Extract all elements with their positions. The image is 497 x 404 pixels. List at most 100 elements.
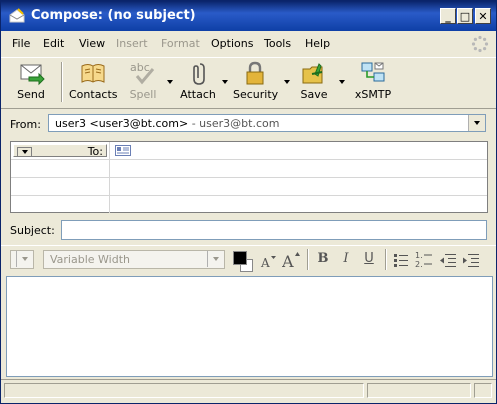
menu-help[interactable]: Help	[305, 37, 330, 50]
outdent-icon[interactable]	[439, 252, 457, 268]
status-bar	[1, 379, 496, 402]
security-dropdown-arrow-icon[interactable]	[284, 80, 290, 84]
status-progress-panel	[367, 383, 471, 398]
svg-text:abc: abc	[130, 61, 150, 74]
attach-label: Attach	[180, 88, 216, 101]
maximize-icon: □	[459, 9, 471, 23]
minimize-icon: _	[445, 9, 451, 23]
larger-font-icon[interactable]: A	[282, 250, 302, 269]
save-folder-icon	[302, 63, 323, 84]
format-separator	[385, 249, 387, 270]
text-color-picker[interactable]	[233, 251, 253, 272]
padlock-icon	[246, 61, 264, 85]
underline-button[interactable]: U	[362, 251, 376, 269]
recipient-type-cell	[11, 196, 110, 213]
chevron-down-icon	[213, 257, 219, 261]
spell-label: Spell	[129, 88, 157, 101]
numbered-list-icon[interactable]: 1. 2.	[415, 250, 433, 269]
indent-icon[interactable]	[462, 252, 480, 268]
font-select[interactable]: Variable Width	[43, 250, 225, 269]
bullet-list-icon[interactable]	[393, 252, 409, 268]
menu-format[interactable]: Format	[161, 37, 200, 50]
contacts-label: Contacts	[69, 88, 118, 101]
subject-label: Subject:	[10, 224, 55, 237]
window-title: Compose: (no subject)	[31, 8, 196, 23]
svg-text:2.: 2.	[415, 260, 423, 269]
save-label: Save	[300, 88, 328, 101]
recipient-type-dropdown-icon	[17, 147, 32, 157]
format-toolbar: Variable Width A A B I U 1. 2.	[1, 245, 496, 274]
chevron-down-icon	[22, 257, 28, 261]
spell-check-icon: abc	[130, 61, 155, 85]
smaller-font-icon[interactable]: A	[260, 253, 278, 269]
status-text-panel	[4, 383, 364, 398]
paragraph-style-dropdown-button[interactable]	[16, 251, 33, 267]
address-card-icon	[115, 145, 131, 156]
recipient-type-cell	[11, 160, 110, 177]
menu-edit[interactable]: Edit	[43, 37, 64, 50]
contacts-book-icon	[81, 64, 105, 83]
title-bar[interactable]: Compose: (no subject) _ □ ✕	[1, 1, 496, 31]
compose-toolbar: Send Contacts abc Spell Attach Security …	[1, 57, 496, 109]
subject-input[interactable]	[61, 220, 487, 240]
send-icon	[20, 64, 45, 86]
subject-row: Subject:	[1, 217, 496, 243]
recipient-type-select[interactable]: To:	[13, 144, 107, 158]
recipient-type-cell: To:	[11, 142, 110, 159]
paperclip-icon	[193, 63, 205, 85]
recipient-row[interactable]	[11, 160, 487, 178]
security-button[interactable]: Security	[233, 60, 279, 104]
svg-text:1.: 1.	[415, 251, 423, 260]
foreground-color-swatch	[233, 251, 247, 265]
xsmtp-button[interactable]: xSMTP	[353, 60, 393, 104]
recipient-type-label: To:	[87, 145, 103, 158]
italic-button[interactable]: I	[339, 251, 353, 269]
menu-insert[interactable]: Insert	[116, 37, 148, 50]
font-value: Variable Width	[50, 253, 130, 266]
toolbar-separator	[61, 62, 63, 102]
send-label: Send	[17, 88, 45, 101]
save-dropdown-arrow-icon[interactable]	[339, 80, 345, 84]
from-dropdown-button[interactable]	[468, 115, 485, 131]
chevron-down-icon	[21, 150, 28, 154]
menu-bar: File Edit View Insert Format Options Too…	[1, 33, 496, 55]
activity-throbber-icon	[471, 35, 489, 53]
send-button[interactable]: Send	[9, 60, 53, 104]
menu-tools[interactable]: Tools	[264, 37, 291, 50]
security-label: Security	[233, 88, 279, 101]
spell-dropdown-arrow-icon[interactable]	[167, 80, 173, 84]
chevron-down-icon	[474, 121, 480, 125]
xsmtp-network-icon	[361, 62, 385, 82]
status-resize-panel	[474, 383, 492, 398]
from-row: From: user3 <user3@bt.com> - user3@bt.co…	[1, 111, 496, 137]
minimize-button[interactable]: _	[440, 8, 456, 24]
maximize-button[interactable]: □	[457, 8, 473, 24]
menu-options[interactable]: Options	[211, 37, 253, 50]
font-dropdown-button[interactable]	[207, 251, 224, 267]
recipient-row[interactable]	[11, 196, 487, 213]
xsmtp-label: xSMTP	[354, 88, 392, 101]
compose-window: Compose: (no subject) _ □ ✕ File Edit Vi…	[0, 0, 497, 404]
contacts-button[interactable]: Contacts	[69, 60, 118, 104]
menu-file[interactable]: File	[12, 37, 30, 50]
recipient-row[interactable]	[11, 178, 487, 196]
from-identity: user3 <user3@bt.com>	[55, 117, 189, 130]
paragraph-style-select[interactable]	[10, 250, 34, 269]
compose-app-icon	[9, 8, 25, 23]
recipient-list[interactable]: To:	[10, 141, 488, 213]
attach-dropdown-arrow-icon[interactable]	[222, 80, 228, 84]
bold-button[interactable]: B	[316, 251, 330, 269]
spell-button[interactable]: abc Spell	[127, 60, 159, 104]
message-body-editor[interactable]	[6, 276, 493, 377]
svg-text:A: A	[260, 256, 270, 269]
menu-view[interactable]: View	[79, 37, 105, 50]
recipient-row[interactable]: To:	[11, 142, 487, 160]
format-separator	[307, 249, 309, 270]
attach-button[interactable]: Attach	[179, 60, 217, 104]
from-label: From:	[10, 118, 41, 131]
from-account: - user3@bt.com	[188, 117, 280, 130]
from-select[interactable]: user3 <user3@bt.com> - user3@bt.com	[48, 114, 486, 132]
close-button[interactable]: ✕	[475, 8, 491, 24]
from-value: user3 <user3@bt.com> - user3@bt.com	[55, 117, 279, 130]
save-button[interactable]: Save	[297, 60, 331, 104]
